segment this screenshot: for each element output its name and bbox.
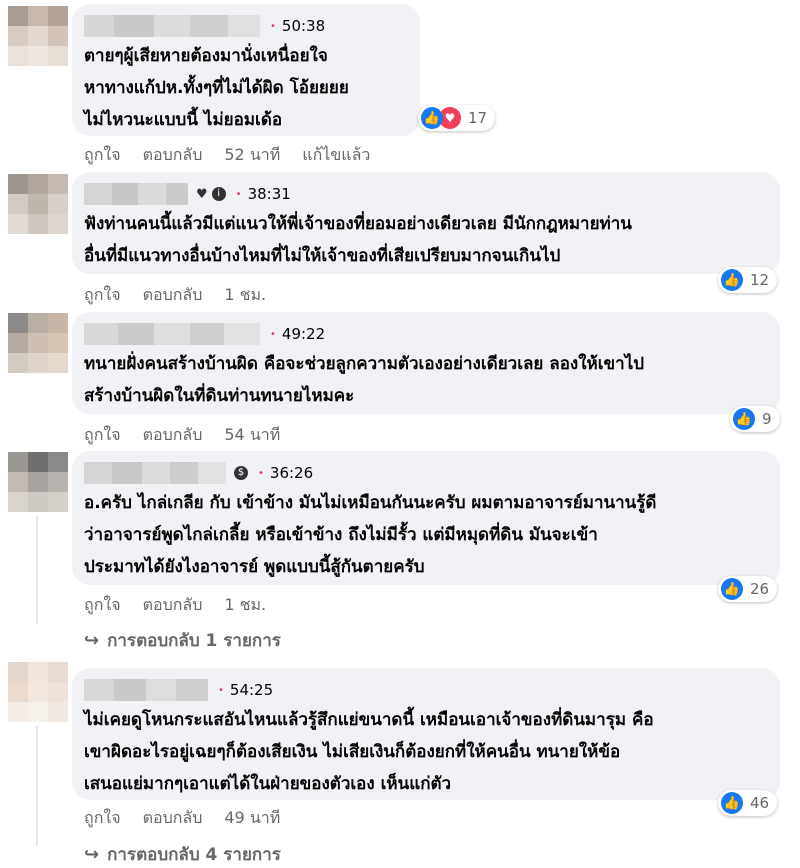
comment-text: ฟังท่านคนนี้แล้วมีแต่แนวให้พี่เจ้าของที่… (84, 214, 632, 266)
comment-bubble: $ • 36:26 อ.ครับ ไกล่เกลีย กับ เข้าข้าง … (72, 451, 780, 585)
like-reaction-icon: 👍 (721, 269, 743, 291)
heart-badge-icon: ♥ (196, 186, 208, 202)
comment-bubble: • 54:25 ไม่เคยดูโหนกระแสอันไหนแล้วรู้สึก… (72, 668, 780, 800)
thread-line (36, 516, 38, 624)
like-reaction-icon: 👍 (721, 792, 743, 814)
avatar[interactable] (8, 662, 68, 722)
reply-button[interactable]: ตอบกลับ (143, 806, 203, 831)
timestamp-link[interactable]: 38:31 (248, 185, 291, 203)
reply-arrow-icon: ↪ (84, 844, 100, 865)
separator-dot: • (270, 328, 276, 340)
reaction-summary[interactable]: 👍 12 (718, 267, 778, 293)
like-reaction-icon: 👍 (421, 107, 443, 129)
badge[interactable]: $ (234, 466, 248, 480)
reply-button[interactable]: ตอบกลับ (143, 283, 203, 308)
thread-line (36, 726, 38, 846)
separator-dot: • (258, 467, 264, 479)
reply-arrow-icon: ↪ (84, 630, 100, 651)
commenter-name[interactable] (84, 462, 226, 484)
commenter-name[interactable] (84, 15, 260, 37)
info-icon: i (211, 187, 226, 201)
dollar-badge-icon: $ (234, 466, 248, 480)
reaction-count: 17 (468, 109, 488, 127)
comment-actions: ถูกใจ ตอบกลับ 52 นาที แก้ไขแล้ว (84, 143, 370, 168)
comment-bubble: ♥ i • 38:31 ฟังท่านคนนี้แล้วมีแต่แนวให้พ… (72, 172, 780, 274)
comment-text: ทนายฝั่งคนสร้างบ้านผิด คือจะช่วยลูกความต… (84, 354, 645, 406)
separator-dot: • (235, 188, 242, 200)
reaction-count: 9 (762, 410, 772, 428)
comment-actions: ถูกใจ ตอบกลับ 1 ชม. (84, 283, 266, 308)
avatar[interactable] (8, 452, 68, 512)
commenter-name[interactable] (84, 183, 188, 205)
comment-age[interactable]: 1 ชม. (224, 283, 266, 308)
timestamp-link[interactable]: 54:25 (230, 681, 273, 699)
commenter-name[interactable] (84, 323, 260, 345)
comment-age[interactable]: 49 นาที (224, 806, 280, 831)
comment-bubble: • 49:22 ทนายฝั่งคนสร้างบ้านผิด คือจะช่วย… (72, 312, 780, 414)
reaction-summary[interactable]: 👍 26 (718, 576, 778, 602)
reaction-summary[interactable]: 👍 9 (730, 406, 780, 432)
comment-actions: ถูกใจ ตอบกลับ 1 ชม. (84, 593, 266, 618)
comment-age[interactable]: 52 นาที (224, 143, 280, 168)
comment-text: อ.ครับ ไกล่เกลีย กับ เข้าข้าง มันไม่เหมื… (84, 493, 657, 577)
timestamp-link[interactable]: 49:22 (282, 325, 325, 343)
reply-button[interactable]: ตอบกลับ (143, 143, 203, 168)
like-button[interactable]: ถูกใจ (84, 806, 121, 831)
like-reaction-icon: 👍 (721, 578, 743, 600)
top-fan-badge[interactable]: ♥ i (196, 187, 226, 202)
comment-bubble: • 50:38 ตายๆผู้เสียหายต้องมานั่งเหนื่อยใ… (72, 4, 420, 136)
reaction-count: 12 (750, 271, 770, 289)
comment-text: ตายๆผู้เสียหายต้องมานั่งเหนื่อยใจ หาทางแ… (84, 46, 349, 130)
avatar[interactable] (8, 174, 68, 234)
commenter-name[interactable] (84, 679, 208, 701)
reaction-summary[interactable]: 👍 46 (718, 790, 778, 816)
separator-dot: • (218, 684, 224, 696)
comment-actions: ถูกใจ ตอบกลับ 49 นาที (84, 806, 280, 831)
comment-age[interactable]: 54 นาที (224, 423, 280, 448)
replies-count-label: การตอบกลับ 1 รายการ (107, 631, 281, 651)
like-button[interactable]: ถูกใจ (84, 423, 121, 448)
like-button[interactable]: ถูกใจ (84, 593, 121, 618)
like-button[interactable]: ถูกใจ (84, 283, 121, 308)
like-reaction-icon: 👍 (733, 408, 755, 430)
comment-actions: ถูกใจ ตอบกลับ 54 นาที (84, 423, 280, 448)
reaction-count: 26 (750, 580, 770, 598)
reply-button[interactable]: ตอบกลับ (143, 593, 203, 618)
reaction-count: 46 (750, 794, 770, 812)
avatar[interactable] (8, 313, 68, 373)
like-button[interactable]: ถูกใจ (84, 143, 121, 168)
avatar[interactable] (8, 6, 68, 66)
separator-dot: • (270, 20, 276, 32)
comment-text: ไม่เคยดูโหนกระแสอันไหนแล้วรู้สึกแย่ขนาดน… (84, 710, 654, 794)
timestamp-link[interactable]: 36:26 (270, 464, 313, 482)
view-replies-link[interactable]: ↪ การตอบกลับ 1 รายการ (84, 627, 281, 654)
comment-age[interactable]: 1 ชม. (224, 593, 266, 618)
reply-button[interactable]: ตอบกลับ (143, 423, 203, 448)
timestamp-link[interactable]: 50:38 (282, 17, 325, 35)
reaction-summary[interactable]: 👍 ♥ 17 (418, 105, 496, 131)
edited-label[interactable]: แก้ไขแล้ว (302, 143, 370, 168)
